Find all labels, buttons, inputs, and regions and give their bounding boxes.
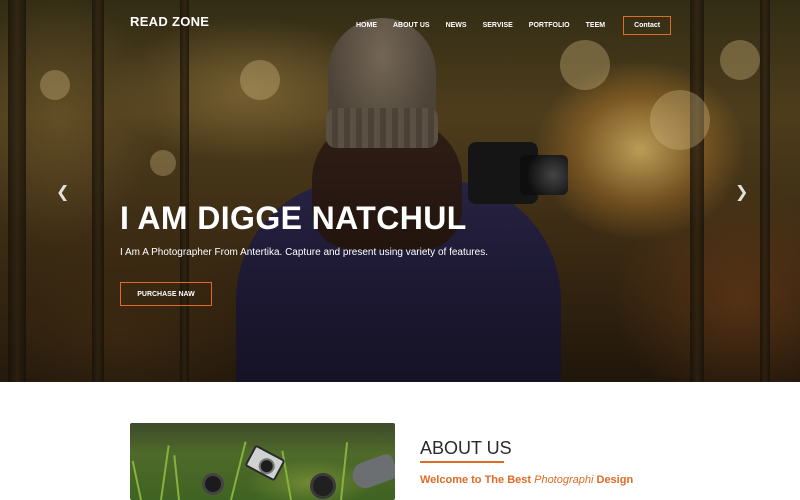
nav-about-us[interactable]: ABOUT US: [385, 18, 438, 33]
nav-news[interactable]: NEWS: [438, 18, 475, 33]
hero-overlay: [0, 0, 800, 382]
vintage-camera-icon: [244, 444, 286, 482]
lens-icon: [310, 473, 336, 499]
welcome-italic: Photographi: [534, 474, 594, 486]
chevron-right-icon[interactable]: ❯: [735, 182, 748, 201]
nav-home[interactable]: HOME: [348, 18, 385, 33]
grass-blade: [340, 442, 349, 500]
grass-blade: [131, 460, 142, 500]
about-welcome: Welcome to The Best Photographi Design: [420, 474, 633, 486]
grass-blade: [173, 455, 180, 500]
grass-blade: [160, 445, 170, 500]
contact-button[interactable]: Contact: [623, 16, 672, 35]
site-logo[interactable]: READ ZONE: [130, 14, 209, 29]
hero-banner: READ ZONE HOME ABOUT US NEWS SERVISE POR…: [0, 0, 800, 382]
chevron-left-icon[interactable]: ❮: [56, 182, 69, 201]
purchase-button[interactable]: PURCHASE NAW: [120, 282, 212, 306]
hero-title: I AM DIGGE NATCHUL: [120, 200, 467, 236]
lens-icon: [202, 473, 224, 495]
grass-blade: [230, 441, 247, 500]
welcome-suffix: Design: [596, 474, 634, 486]
main-nav: HOME ABOUT US NEWS SERVISE PORTFOLIO TEE…: [348, 16, 672, 35]
nav-teem[interactable]: TEEM: [578, 18, 613, 33]
about-heading: ABOUT US: [420, 438, 512, 458]
welcome-prefix: Welcome to The Best: [420, 474, 532, 486]
hero-subtitle: I Am A Photographer From Antertika. Capt…: [120, 247, 488, 258]
about-image: [130, 423, 395, 500]
nav-servise[interactable]: SERVISE: [475, 18, 521, 33]
heading-underline: [420, 461, 504, 463]
shoe-image: [348, 452, 395, 492]
nav-portfolio[interactable]: PORTFOLIO: [521, 18, 578, 33]
